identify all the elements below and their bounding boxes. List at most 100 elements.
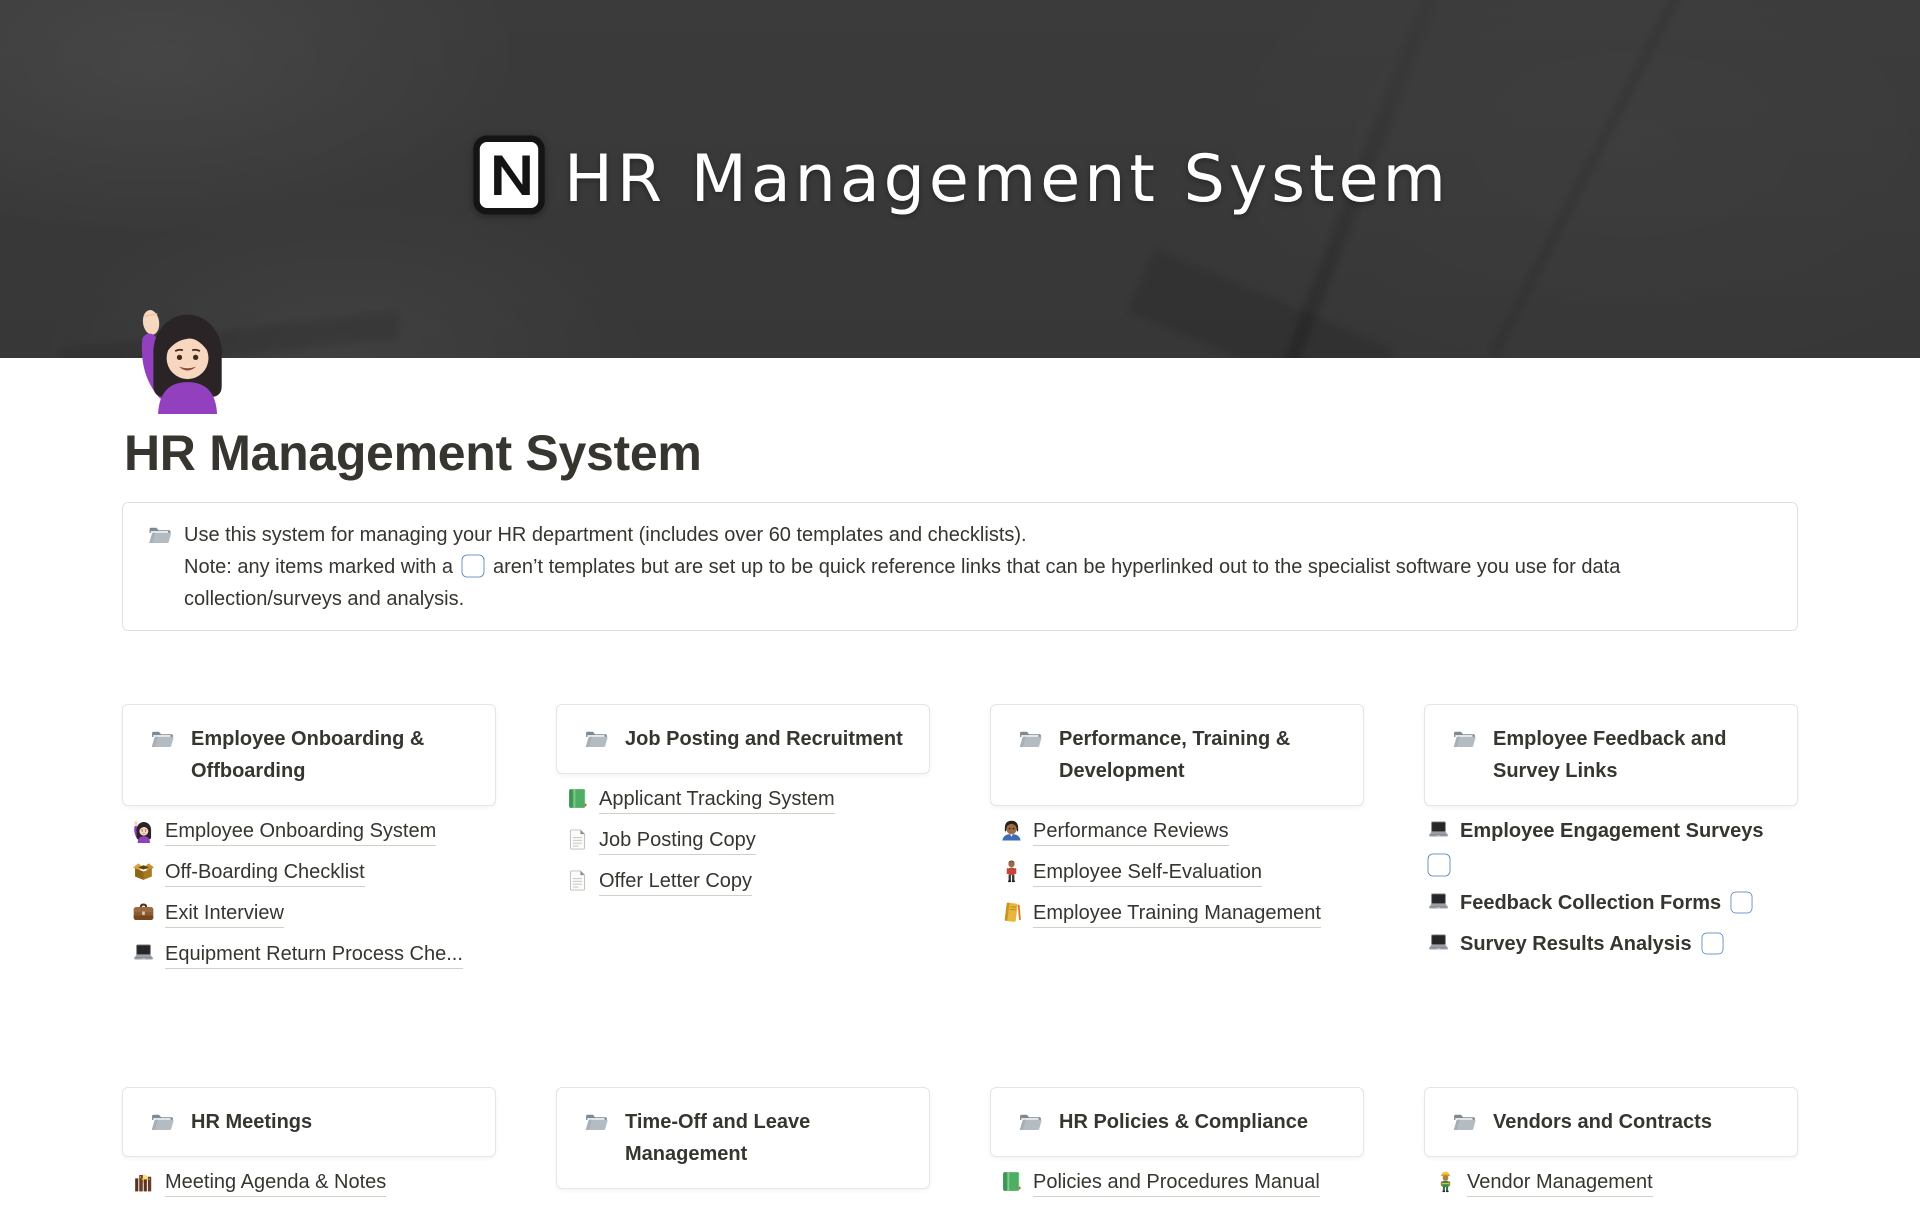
notion-logo-icon	[470, 133, 548, 217]
arrow-up-right-icon	[1701, 932, 1724, 955]
category-card[interactable]: Vendors and Contracts	[1424, 1087, 1798, 1157]
link-list: Policies and Procedures Manual	[990, 1169, 1364, 1197]
category-section: HR Policies & Compliance Policies and Pro…	[990, 1087, 1364, 1210]
page-link-label: Feedback Collection Forms	[1460, 892, 1721, 914]
green-book-icon	[565, 786, 590, 811]
page-link-label: Employee Onboarding System	[165, 820, 436, 846]
open-box-icon	[131, 859, 156, 884]
category-title: HR Policies & Compliance	[1059, 1106, 1308, 1138]
category-title: Time-Off and Leave Management	[625, 1106, 903, 1170]
open-folder-icon	[583, 1110, 610, 1135]
open-folder-icon	[147, 523, 173, 548]
category-section: Vendors and Contracts Vendor Management	[1424, 1087, 1798, 1210]
page-link[interactable]: Policies and Procedures Manual	[990, 1169, 1364, 1197]
callout-note: Note: any items marked with a aren’t temp…	[184, 551, 1620, 583]
open-folder-icon	[583, 727, 610, 752]
page-link-label: Equipment Return Process Che...	[165, 943, 463, 969]
document-icon	[565, 827, 590, 852]
page-title: HR Management System	[124, 424, 1798, 482]
page-icon-woman-raising-hand[interactable]	[130, 296, 242, 414]
page-link[interactable]: Employee Self-Evaluation	[990, 859, 1364, 887]
man-office-worker-icon	[999, 818, 1024, 843]
link-list: Employee Onboarding System Off-Boarding C…	[122, 818, 496, 969]
open-folder-icon	[1451, 727, 1478, 752]
page-link[interactable]: Offer Letter Copy	[556, 868, 930, 896]
arrow-up-right-icon	[1730, 891, 1753, 914]
page-link[interactable]: Employee Engagement Surveys	[1424, 818, 1798, 877]
category-card[interactable]: Performance, Training & Development	[990, 704, 1364, 806]
category-section: Time-Off and Leave Management	[556, 1087, 930, 1201]
category-title: Vendors and Contracts	[1493, 1106, 1712, 1138]
page-link-label: Employee Self-Evaluation	[1033, 861, 1262, 887]
page-link[interactable]: Equipment Return Process Che...	[122, 941, 496, 969]
page-link-label: Vendor Management	[1467, 1171, 1653, 1197]
page-link[interactable]: Employee Onboarding System	[122, 818, 496, 846]
open-folder-icon	[1017, 1110, 1044, 1135]
page-link-label: Exit Interview	[165, 902, 284, 928]
woman-raising-hand-icon	[130, 296, 242, 414]
document-icon	[565, 868, 590, 893]
page-link[interactable]: Applicant Tracking System	[556, 786, 930, 814]
category-title: Employee Feedback and Survey Links	[1493, 723, 1771, 787]
category-title: Employee Onboarding & Offboarding	[191, 723, 469, 787]
category-card[interactable]: Employee Onboarding & Offboarding	[122, 704, 496, 806]
category-section: Employee Feedback and Survey Links Employ…	[1424, 704, 1798, 972]
category-grid: Employee Onboarding & Offboarding Employe…	[122, 704, 1798, 1210]
page-link-label: Offer Letter Copy	[599, 870, 752, 896]
page-link[interactable]: Vendor Management	[1424, 1169, 1798, 1197]
page-cover[interactable]: HR Management System	[0, 0, 1920, 358]
page-link[interactable]: Off-Boarding Checklist	[122, 859, 496, 887]
page-link[interactable]: Performance Reviews	[990, 818, 1364, 846]
open-folder-icon	[149, 1110, 176, 1135]
page-link[interactable]: Survey Results Analysis	[1424, 931, 1798, 959]
link-list: Applicant Tracking System Job Posting Cop…	[556, 786, 930, 896]
category-section: HR Meetings Meeting Agenda & Notes	[122, 1087, 496, 1210]
page-body: HR Management System Use this system for…	[122, 424, 1798, 1210]
callout-note-before: Note: any items marked with a	[184, 556, 453, 578]
link-list: Performance Reviews Employee Self-Evaluat…	[990, 818, 1364, 928]
cover-branding: HR Management System	[0, 0, 1920, 358]
category-section: Employee Onboarding & Offboarding Employe…	[122, 704, 496, 982]
open-folder-icon	[149, 727, 176, 752]
cover-title: HR Management System	[564, 142, 1450, 217]
page-link-label: Performance Reviews	[1033, 820, 1229, 846]
laptop-icon	[1426, 890, 1451, 915]
page-link[interactable]: Employee Training Management	[990, 900, 1364, 928]
laptop-icon	[131, 941, 156, 966]
page-link-label: Employee Training Management	[1033, 902, 1321, 928]
callout-text: Use this system for managing your HR dep…	[184, 519, 1620, 615]
category-section: Performance, Training & Development Perfo…	[990, 704, 1364, 941]
cityscape-icon	[131, 1169, 156, 1194]
page-link[interactable]: Exit Interview	[122, 900, 496, 928]
page-link-label: Policies and Procedures Manual	[1033, 1171, 1320, 1197]
arrow-up-right-icon	[461, 554, 485, 578]
page-link[interactable]: Meeting Agenda & Notes	[122, 1169, 496, 1197]
page-link-label: Applicant Tracking System	[599, 788, 835, 814]
briefcase-icon	[131, 900, 156, 925]
page-link-label: Survey Results Analysis	[1460, 933, 1692, 955]
callout-line-1: Use this system for managing your HR dep…	[184, 519, 1620, 551]
category-card[interactable]: Job Posting and Recruitment	[556, 704, 930, 774]
category-card[interactable]: Employee Feedback and Survey Links	[1424, 704, 1798, 806]
page-link-label: Employee Engagement Surveys	[1460, 820, 1763, 842]
laptop-icon	[1426, 818, 1451, 843]
woman-raising-hand-icon	[131, 818, 156, 843]
callout-note-after: aren’t templates but are set up to be qu…	[493, 556, 1620, 578]
category-card[interactable]: HR Policies & Compliance	[990, 1087, 1364, 1157]
callout-note-tail: collection/surveys and analysis.	[184, 583, 1620, 615]
link-list: Meeting Agenda & Notes	[122, 1169, 496, 1197]
open-folder-icon	[1451, 1110, 1478, 1135]
page-link[interactable]: Job Posting Copy	[556, 827, 930, 855]
link-list: Employee Engagement Surveys Feedback Coll…	[1424, 818, 1798, 959]
person-red-icon	[999, 859, 1024, 884]
page-link[interactable]: Feedback Collection Forms	[1424, 890, 1798, 918]
category-title: Performance, Training & Development	[1059, 723, 1337, 787]
category-card[interactable]: HR Meetings	[122, 1087, 496, 1157]
open-folder-icon	[1017, 727, 1044, 752]
construction-worker-icon	[1433, 1169, 1458, 1194]
category-card[interactable]: Time-Off and Leave Management	[556, 1087, 930, 1189]
callout: Use this system for managing your HR dep…	[122, 502, 1798, 631]
category-section: Job Posting and Recruitment Applicant Tra…	[556, 704, 930, 909]
laptop-icon	[1426, 931, 1451, 956]
green-book-icon	[999, 1169, 1024, 1194]
